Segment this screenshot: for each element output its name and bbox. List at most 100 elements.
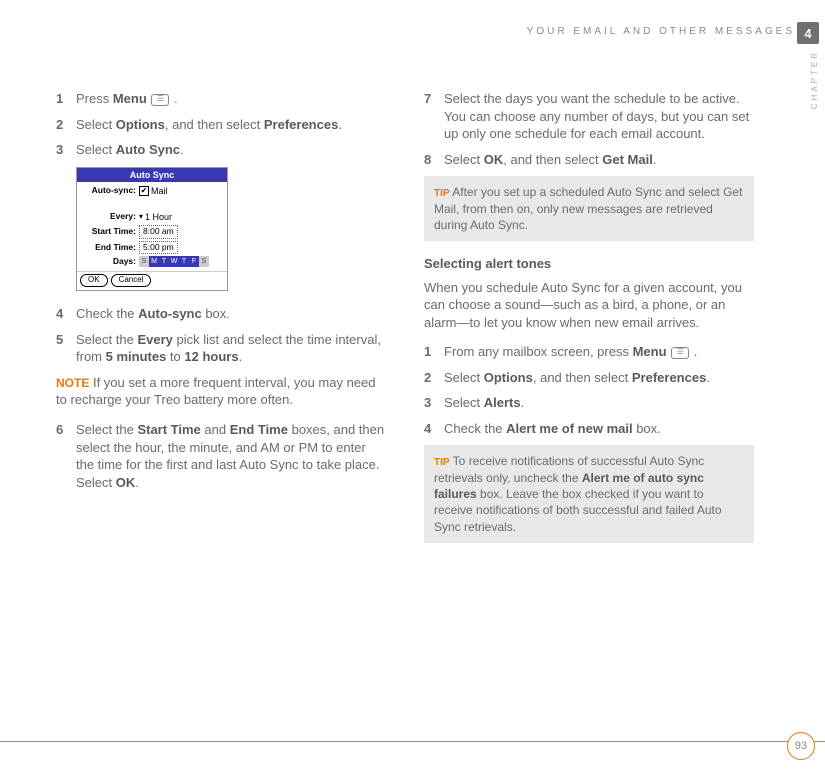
step-number: 1	[56, 90, 76, 108]
cancel-button[interactable]: Cancel	[111, 274, 152, 287]
day-s2[interactable]: S	[199, 256, 209, 267]
autosync-checkbox[interactable]: ✔	[139, 186, 149, 196]
chapter-label: CHAPTER	[810, 50, 819, 109]
menu-icon: ☰	[151, 94, 169, 106]
step-2: 2 Select Options, and then select Prefer…	[56, 116, 386, 134]
bold: End Time	[230, 422, 288, 437]
bold: Start Time	[137, 422, 200, 437]
text: and	[201, 422, 230, 437]
bold: Options	[484, 370, 533, 385]
section-paragraph: When you schedule Auto Sync for a given …	[424, 279, 754, 332]
tip-box-1: TIP After you set up a scheduled Auto Sy…	[424, 176, 754, 241]
step-number: 2	[56, 116, 76, 134]
step-number: 3	[424, 394, 444, 412]
bold: Auto Sync	[116, 142, 180, 157]
step-6: 6 Select the Start Time and End Time box…	[56, 421, 386, 491]
step-1: 1 Press Menu ☰ .	[56, 90, 386, 108]
day-w[interactable]: W	[169, 256, 179, 267]
day-s[interactable]: S	[139, 256, 149, 267]
step-number: 7	[424, 90, 444, 143]
text: to	[166, 349, 184, 364]
note-label: NOTE	[56, 376, 89, 390]
autosync-value: Mail	[151, 185, 168, 197]
end-time-value[interactable]: 5:00 pm	[139, 241, 178, 254]
dropdown-icon[interactable]: ▾	[139, 212, 143, 223]
note-paragraph: NOTE If you set a more frequent interval…	[56, 374, 386, 409]
step-number: 8	[424, 151, 444, 169]
step-number: 3	[56, 141, 76, 159]
step-text: Select Options, and then select Preferen…	[444, 369, 754, 387]
step-r4: 4 Check the Alert me of new mail box.	[424, 420, 754, 438]
tip-label: TIP	[434, 188, 450, 199]
tip-text: After you set up a scheduled Auto Sync a…	[434, 185, 742, 232]
dialog-title: Auto Sync	[77, 168, 227, 182]
end-time-label: End Time:	[81, 242, 139, 253]
step-number: 2	[424, 369, 444, 387]
bold: 5 minutes	[106, 349, 167, 364]
every-label: Every:	[81, 211, 139, 222]
bold: Auto-sync	[138, 306, 202, 321]
step-text: Select OK, and then select Get Mail.	[444, 151, 754, 169]
step-r1: 1 From any mailbox screen, press Menu ☰ …	[424, 343, 754, 361]
tip-label: TIP	[434, 457, 450, 468]
days-label: Days:	[81, 256, 139, 267]
section-heading: Selecting alert tones	[424, 255, 754, 273]
bold: Preferences	[632, 370, 706, 385]
text: box.	[633, 421, 661, 436]
text: Select	[76, 117, 116, 132]
text: .	[706, 370, 710, 385]
autosync-label: Auto-sync:	[81, 185, 139, 196]
step-4: 4 Check the Auto-sync box.	[56, 305, 386, 323]
text: Check the	[444, 421, 506, 436]
step-number: 6	[56, 421, 76, 491]
step-text: Check the Alert me of new mail box.	[444, 420, 754, 438]
every-value[interactable]: 1 Hour	[145, 211, 172, 223]
menu-icon: ☰	[671, 347, 689, 359]
page-number-badge: 93	[787, 732, 815, 760]
step-3: 3 Select Auto Sync.	[56, 141, 386, 159]
day-t[interactable]: T	[159, 256, 169, 267]
bold: Get Mail	[602, 152, 653, 167]
step-5: 5 Select the Every pick list and select …	[56, 331, 386, 366]
text: .	[521, 395, 525, 410]
step-text: Press Menu ☰ .	[76, 90, 386, 108]
text: From any mailbox screen, press	[444, 344, 633, 359]
text: .	[180, 142, 184, 157]
text: .	[135, 475, 139, 490]
text: Select	[444, 370, 484, 385]
ok-button[interactable]: OK	[80, 274, 108, 287]
step-number: 5	[56, 331, 76, 366]
tip-box-2: TIP To receive notifications of successf…	[424, 445, 754, 542]
days-picker[interactable]: S M T W T F S	[139, 256, 209, 267]
tip-text: box. Leave the box checked if you want t…	[434, 487, 722, 533]
text: Select the	[76, 332, 137, 347]
auto-sync-screenshot: Auto Sync Auto-sync: ✔ Mail Every: ▾ 1 H…	[76, 167, 228, 292]
step-text: Check the Auto-sync box.	[76, 305, 386, 323]
bold: OK	[484, 152, 504, 167]
bold: Menu	[633, 344, 667, 359]
step-number: 4	[56, 305, 76, 323]
text: Check the	[76, 306, 138, 321]
note-text: If you set a more frequent interval, you…	[56, 375, 376, 408]
chapter-number-badge: 4	[797, 22, 819, 44]
day-f[interactable]: F	[189, 256, 199, 267]
step-text: Select the Start Time and End Time boxes…	[76, 421, 386, 491]
step-number: 4	[424, 420, 444, 438]
step-text: Select Options, and then select Preferen…	[76, 116, 386, 134]
step-text: Select Alerts.	[444, 394, 754, 412]
text: Select	[444, 152, 484, 167]
step-text: From any mailbox screen, press Menu ☰ .	[444, 343, 754, 361]
day-m[interactable]: M	[149, 256, 159, 267]
text: , and then select	[165, 117, 264, 132]
bold: Every	[137, 332, 172, 347]
start-time-value[interactable]: 8:00 am	[139, 225, 178, 238]
step-7: 7 Select the days you want the schedule …	[424, 90, 754, 143]
day-t2[interactable]: T	[179, 256, 189, 267]
text: .	[653, 152, 657, 167]
bold: Options	[116, 117, 165, 132]
footer-rule	[0, 741, 825, 742]
text: , and then select	[503, 152, 602, 167]
text: Press	[76, 91, 113, 106]
step-8: 8 Select OK, and then select Get Mail.	[424, 151, 754, 169]
running-header: YOUR EMAIL AND OTHER MESSAGES	[0, 26, 795, 37]
